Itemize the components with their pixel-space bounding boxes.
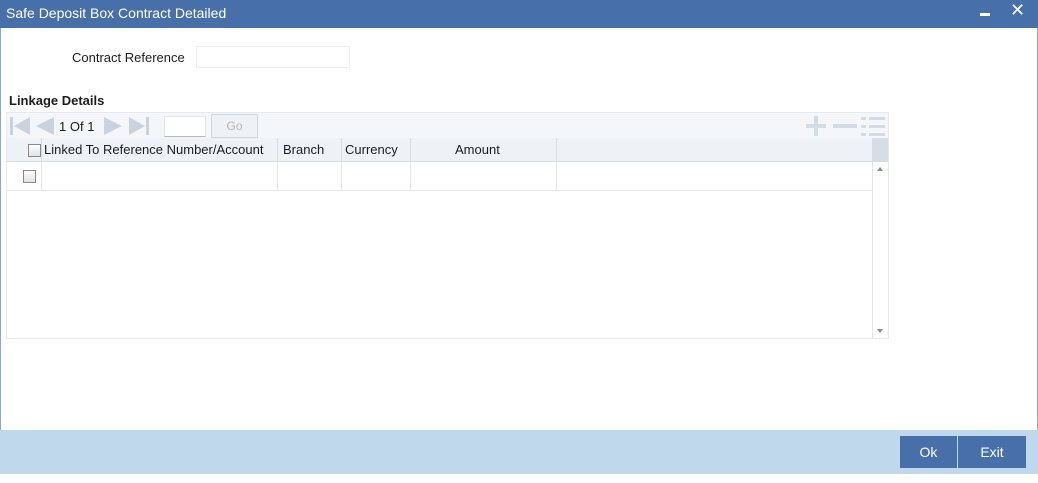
table-row[interactable] <box>7 162 872 191</box>
window-titlebar: Safe Deposit Box Contract Detailed ✕ <box>0 0 1038 28</box>
grid-vertical-scrollbar[interactable] <box>872 162 888 338</box>
previous-page-icon[interactable] <box>34 116 56 139</box>
page-of-label: Of <box>69 119 84 134</box>
scroll-up-arrow-icon[interactable] <box>877 167 883 171</box>
cell-amount[interactable] <box>411 162 557 191</box>
first-page-icon[interactable] <box>9 116 33 139</box>
column-header-filler <box>557 138 872 162</box>
delete-row-icon[interactable] <box>832 116 858 139</box>
row-select-checkbox[interactable] <box>23 170 36 183</box>
go-button[interactable]: Go <box>211 114 258 138</box>
linkage-grid: 1 Of 1 Go Linked To Reference Number/Acc… <box>6 112 889 339</box>
window-title: Safe Deposit Box Contract Detailed <box>6 5 227 21</box>
cell-currency[interactable] <box>342 162 411 191</box>
minimize-icon[interactable] <box>980 13 990 16</box>
page-indicator: 1 Of 1 <box>59 119 94 134</box>
cell-branch[interactable] <box>278 162 342 191</box>
last-page-icon[interactable] <box>127 116 151 139</box>
total-pages: 1 <box>87 119 95 134</box>
page-number-input[interactable] <box>164 116 206 137</box>
contract-reference-input[interactable] <box>196 46 350 68</box>
column-header-currency[interactable]: Currency <box>342 138 411 162</box>
contract-reference-label: Contract Reference <box>72 50 185 65</box>
ok-button[interactable]: Ok <box>900 436 957 468</box>
next-page-icon[interactable] <box>102 116 124 139</box>
row-select-cell <box>7 162 42 191</box>
scrollbar-header <box>872 138 888 162</box>
cell-linked-reference[interactable] <box>42 162 278 191</box>
current-page: 1 <box>59 119 67 134</box>
close-icon[interactable]: ✕ <box>1010 1 1025 19</box>
window-footer: Ok Exit <box>0 430 1038 474</box>
exit-button[interactable]: Exit <box>958 436 1026 468</box>
grid-toolbar: 1 Of 1 Go <box>7 113 888 139</box>
add-row-icon[interactable] <box>804 116 828 139</box>
column-header-amount[interactable]: Amount <box>411 138 557 162</box>
column-header-branch[interactable]: Branch <box>278 138 342 162</box>
select-all-cell <box>7 138 42 162</box>
select-all-checkbox[interactable] <box>28 144 41 157</box>
grid-header-row: Linked To Reference Number/Account Branc… <box>7 138 872 162</box>
linkage-details-title: Linkage Details <box>9 93 105 108</box>
scroll-down-arrow-icon[interactable] <box>877 329 883 333</box>
column-header-linked-reference[interactable]: Linked To Reference Number/Account <box>42 138 278 162</box>
